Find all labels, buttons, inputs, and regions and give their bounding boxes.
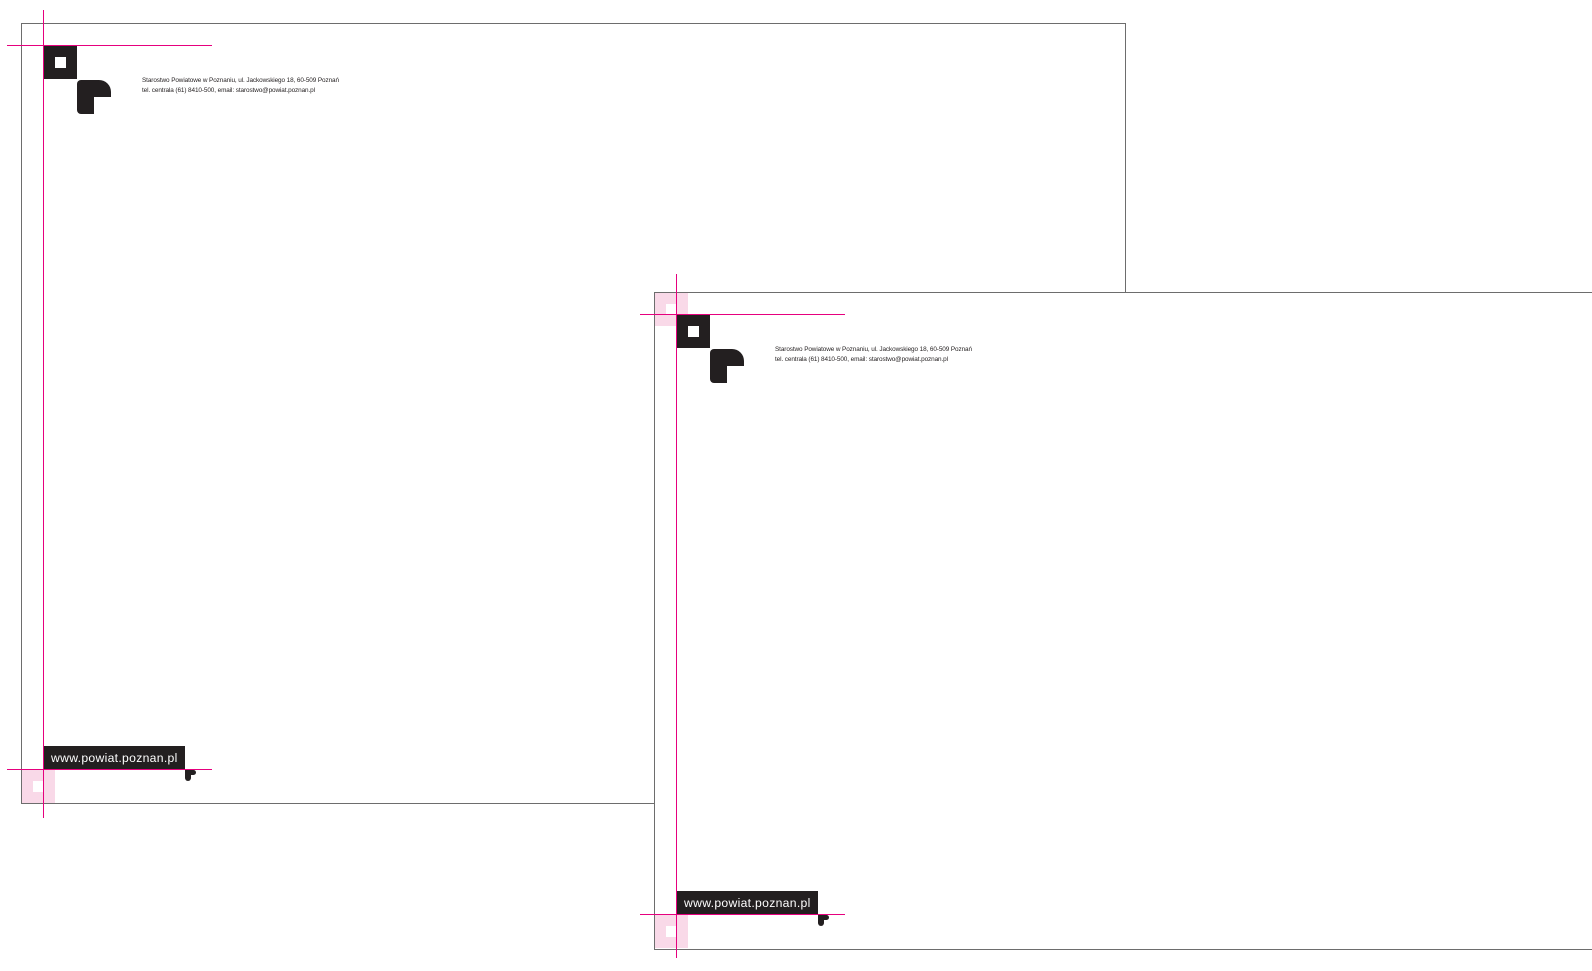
mini-logo-icon <box>818 915 829 926</box>
margin-guide-vertical <box>43 10 45 818</box>
bleed-marker <box>22 770 55 803</box>
margin-guide-bottom <box>7 769 212 771</box>
address-line: Starostwo Powiatowe w Poznaniu, ul. Jack… <box>775 346 972 353</box>
website-label: www.powiat.poznan.pl <box>677 891 818 915</box>
margin-guide-bottom <box>640 914 845 916</box>
website-label: www.powiat.poznan.pl <box>44 746 185 770</box>
bleed-marker <box>655 915 688 948</box>
contact-line: tel. centrala (61) 8410-500, email: star… <box>775 355 948 363</box>
contact-line: tel. centrala (61) 8410-500, email: star… <box>142 86 315 94</box>
margin-guide-top <box>640 314 845 316</box>
address-block: Starostwo Powiatowe w Poznaniu, ul. Jack… <box>775 345 972 364</box>
address-block: Starostwo Powiatowe w Poznaniu, ul. Jack… <box>142 76 339 95</box>
margin-guide-top <box>7 45 212 47</box>
logo-icon <box>677 315 745 383</box>
mini-logo-icon <box>185 770 196 781</box>
margin-guide-vertical <box>676 274 678 958</box>
address-line: Starostwo Powiatowe w Poznaniu, ul. Jack… <box>142 77 339 84</box>
letterhead-sheet-2 <box>654 292 1592 950</box>
logo-icon <box>44 46 112 114</box>
